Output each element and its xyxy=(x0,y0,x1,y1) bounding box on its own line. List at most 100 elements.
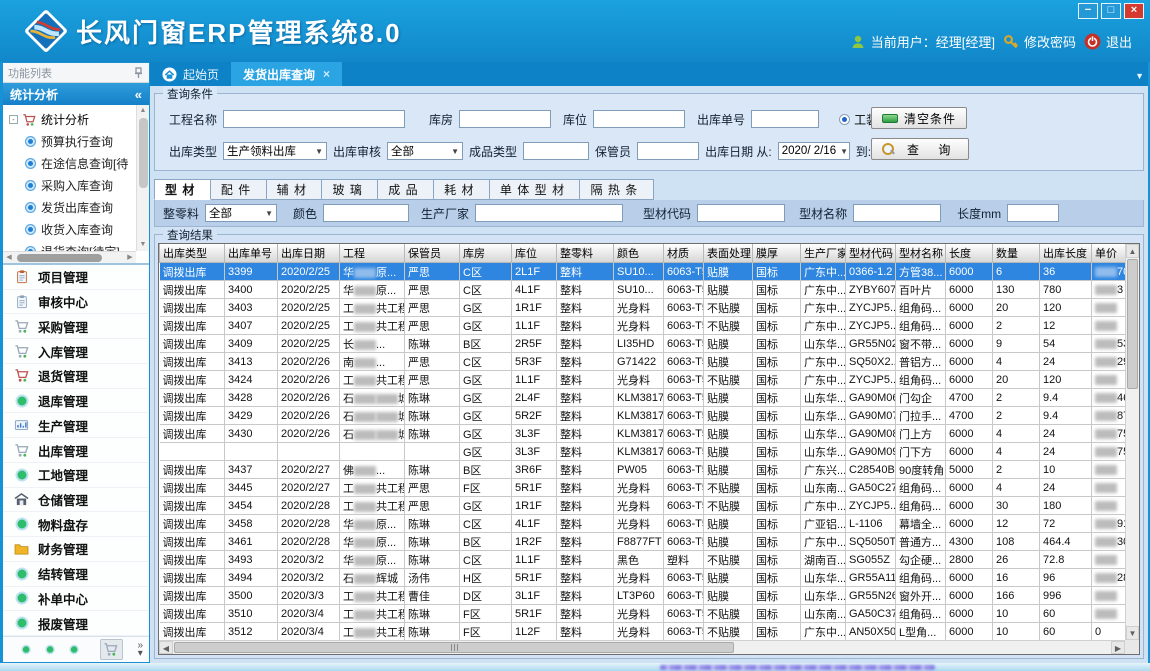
change-password-button[interactable]: 修改密码 xyxy=(1003,32,1076,51)
tab-shipment-outbound-query[interactable]: 发货出库查询 × xyxy=(231,62,342,86)
tree-item-发货出库查询[interactable]: 发货出库查询 xyxy=(9,196,135,218)
out-type-select[interactable]: 生产领料出库▼ xyxy=(223,142,327,160)
material-tab-隔热条[interactable]: 隔热条 xyxy=(580,179,653,200)
scrollbar-thumb[interactable] xyxy=(17,254,102,262)
table-row[interactable]: 调拨出库35102020/3/4工共工程陈琳F区5R1F整料光身料6063-T5… xyxy=(160,605,1126,623)
column-header-颜色[interactable]: 颜色 xyxy=(614,244,664,263)
sidebar-item-生产管理[interactable]: 生产管理 xyxy=(3,413,149,438)
overflow-chevron[interactable]: »▾ xyxy=(137,642,143,658)
sidebar-item-采购管理[interactable]: 采购管理 xyxy=(3,314,149,339)
cart-button[interactable] xyxy=(100,639,124,660)
column-header-生产厂家[interactable]: 生产厂家 xyxy=(801,244,846,263)
table-row[interactable]: 调拨出库34002020/2/25华原...严思C区4L1F整料SU10...6… xyxy=(160,281,1126,299)
table-row[interactable]: 调拨出库33992020/2/25华原...严思C区2L1F整料SU10...6… xyxy=(160,263,1126,281)
table-row[interactable]: 调拨出库35122020/3/4工共工程陈琳F区1L2F整料光身料6063-T5… xyxy=(160,623,1126,641)
table-row[interactable]: 调拨出库34242020/2/26工共工程严思G区1L1F整料光身料6063-T… xyxy=(160,371,1126,389)
audit-select[interactable]: 全部▼ xyxy=(387,142,463,160)
collapse-icon[interactable]: « xyxy=(135,87,142,102)
sidebar-item-入库管理[interactable]: 入库管理 xyxy=(3,339,149,364)
material-tab-成品[interactable]: 成品 xyxy=(378,179,434,200)
sidebar-item-财务管理[interactable]: 财务管理 xyxy=(3,537,149,562)
sidebar-item-项目管理[interactable]: 项目管理 xyxy=(3,265,149,290)
date-from-select[interactable]: 2020/ 2/16▼ xyxy=(778,142,850,160)
profile-name-input[interactable] xyxy=(853,204,941,222)
tab-overflow-icon[interactable]: ▼ xyxy=(1135,71,1144,81)
column-header-单价[interactable]: 单价 xyxy=(1092,244,1126,263)
length-input[interactable] xyxy=(1007,204,1059,222)
tree-item-预算执行查询[interactable]: 预算执行查询 xyxy=(9,130,135,152)
order-no-input[interactable] xyxy=(751,110,819,128)
scroll-down-icon[interactable]: ▼ xyxy=(1126,626,1139,640)
tree-horizontal-scrollbar[interactable]: ◀ ▶ xyxy=(3,251,136,263)
table-row[interactable]: 调拨出库34612020/2/28华原...陈琳B区1R2F整料F8877FT6… xyxy=(160,533,1126,551)
sidebar-item-审核中心[interactable]: 审核中心 xyxy=(3,290,149,315)
scroll-left-icon[interactable]: ◀ xyxy=(3,252,15,264)
zhenglingliao-select[interactable]: 全部▼ xyxy=(205,204,277,222)
table-row[interactable]: 调拨出库34942020/3/2石辉城汤伟H区5R1F整料光身料6063-T5贴… xyxy=(160,569,1126,587)
tree-item-收货入库查询[interactable]: 收货入库查询 xyxy=(9,218,135,240)
tab-close-icon[interactable]: × xyxy=(323,67,330,81)
minimize-button[interactable]: − xyxy=(1078,3,1098,19)
table-row[interactable]: 调拨出库34452020/2/27工共工程严思F区5R1F整料光身料6063-T… xyxy=(160,479,1126,497)
product-type-input[interactable] xyxy=(523,142,589,160)
project-name-input[interactable] xyxy=(223,110,405,128)
keeper-input[interactable] xyxy=(637,142,699,160)
material-tab-型材[interactable]: 型材 xyxy=(154,179,211,200)
column-header-出库单号[interactable]: 出库单号 xyxy=(225,244,278,263)
table-row[interactable]: 调拨出库34372020/2/27佛...陈琳B区3R6F整料PW056063-… xyxy=(160,461,1126,479)
tree-vertical-scrollbar[interactable]: ▲ ▼ xyxy=(136,105,149,251)
column-header-库房[interactable]: 库房 xyxy=(460,244,512,263)
table-row[interactable]: 调拨出库34292020/2/26石城陈琳G区5R2F整料KLM38176063… xyxy=(160,407,1126,425)
scroll-right-icon[interactable]: ▶ xyxy=(124,252,136,264)
column-header-材质[interactable]: 材质 xyxy=(664,244,704,263)
material-tab-玻璃[interactable]: 玻璃 xyxy=(322,179,378,200)
column-header-保管员[interactable]: 保管员 xyxy=(405,244,460,263)
column-header-长度[interactable]: 长度 xyxy=(946,244,993,263)
scroll-left-icon[interactable]: ◀ xyxy=(159,641,173,654)
column-header-出库类型[interactable]: 出库类型 xyxy=(160,244,225,263)
tree-expander-icon[interactable]: - xyxy=(9,115,18,124)
sidebar-item-工地管理[interactable]: 工地管理 xyxy=(3,463,149,488)
scroll-up-icon[interactable]: ▲ xyxy=(1126,244,1139,258)
tree-item-在途信息查询[待[interactable]: 在途信息查询[待 xyxy=(9,152,135,174)
table-row[interactable]: 调拨出库34072020/2/25工共工程严思G区1L1F整料光身料6063-T… xyxy=(160,317,1126,335)
material-tab-耗材[interactable]: 耗材 xyxy=(434,179,490,200)
column-header-出库长度[interactable]: 出库长度 xyxy=(1040,244,1092,263)
column-header-表面处理[interactable]: 表面处理 xyxy=(704,244,753,263)
warehouse-input[interactable] xyxy=(459,110,551,128)
column-header-工程[interactable]: 工程 xyxy=(340,244,405,263)
table-row[interactable]: 调拨出库35002020/3/3工共工程曹佳D区3L1F整料LT3P606063… xyxy=(160,587,1126,605)
table-row[interactable]: 调拨出库34582020/2/28华原...陈琳C区4L1F整料光身料6063-… xyxy=(160,515,1126,533)
column-header-型材代码[interactable]: 型材代码 xyxy=(846,244,896,263)
scroll-down-icon[interactable]: ▼ xyxy=(137,239,149,251)
sidebar-item-退货管理[interactable]: 退货管理 xyxy=(3,364,149,389)
circle-icon[interactable] xyxy=(21,643,31,656)
scroll-right-icon[interactable]: ▶ xyxy=(1111,641,1125,654)
color-input[interactable] xyxy=(323,204,409,222)
pin-icon[interactable] xyxy=(133,67,144,79)
search-button[interactable]: 查 询 xyxy=(871,138,969,160)
sidebar-item-退库管理[interactable]: 退库管理 xyxy=(3,389,149,414)
close-button[interactable]: × xyxy=(1124,3,1144,19)
table-row[interactable]: 调拨出库34032020/2/25工共工程严思G区1R1F整料光身料6063-T… xyxy=(160,299,1126,317)
column-header-库位[interactable]: 库位 xyxy=(512,244,557,263)
table-vertical-scrollbar[interactable]: ▲ ▼ xyxy=(1125,244,1139,640)
sidebar-item-仓储管理[interactable]: 仓储管理 xyxy=(3,488,149,513)
table-horizontal-scrollbar[interactable]: ◀ ▶ xyxy=(159,640,1125,654)
table-row[interactable]: G区3L3F整料KLM38176063-T5贴膜国标山东华...GA90M09.… xyxy=(160,443,1126,461)
logout-button[interactable]: 退出 xyxy=(1084,32,1132,51)
sidebar-item-出库管理[interactable]: 出库管理 xyxy=(3,438,149,463)
tab-home[interactable]: 起始页 xyxy=(150,62,231,86)
clear-conditions-button[interactable]: 清空条件 xyxy=(871,107,967,129)
sidebar-item-报废管理[interactable]: 报废管理 xyxy=(3,611,149,636)
table-row[interactable]: 调拨出库34932020/3/2华原...陈琳C区1L1F整料黑色塑料不贴膜国标… xyxy=(160,551,1126,569)
column-header-出库日期[interactable]: 出库日期 xyxy=(278,244,340,263)
maximize-button[interactable]: □ xyxy=(1101,3,1121,19)
material-tab-辅材[interactable]: 辅材 xyxy=(267,179,323,200)
scrollbar-thumb[interactable] xyxy=(139,118,148,188)
circle-icon[interactable] xyxy=(69,643,79,656)
sidebar-section-header[interactable]: 统计分析 « xyxy=(3,83,149,105)
location-input[interactable] xyxy=(593,110,685,128)
table-row[interactable]: 调拨出库34282020/2/26石城陈琳G区2L4F整料KLM38176063… xyxy=(160,389,1126,407)
material-tab-配件[interactable]: 配件 xyxy=(211,179,267,200)
